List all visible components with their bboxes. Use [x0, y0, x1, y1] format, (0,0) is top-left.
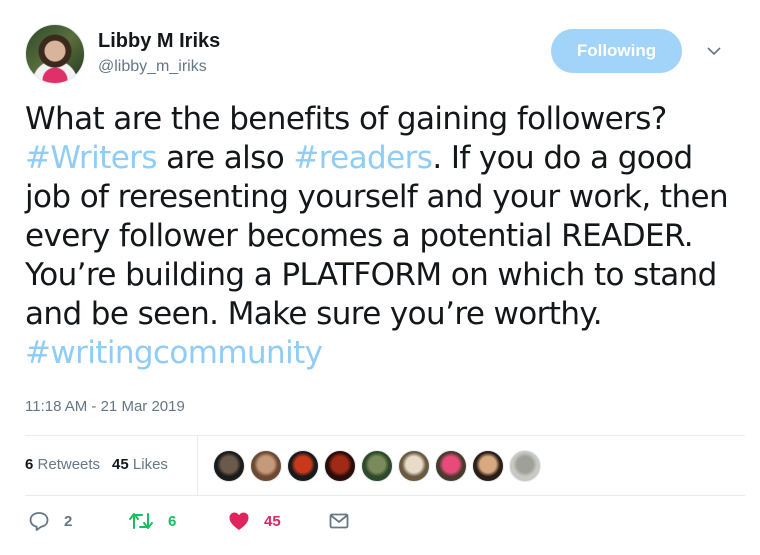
- direct-message-button[interactable]: [328, 510, 350, 532]
- hashtag-link[interactable]: #Writers: [25, 140, 158, 176]
- liker-avatars: [213, 450, 541, 482]
- like-count: 45: [264, 512, 281, 530]
- divider: [25, 495, 745, 496]
- likes-count: 45: [112, 456, 129, 473]
- liker-avatar[interactable]: [361, 450, 393, 482]
- liker-avatar[interactable]: [213, 450, 245, 482]
- liker-avatar[interactable]: [398, 450, 430, 482]
- heart-icon: [228, 510, 250, 532]
- following-button[interactable]: Following: [551, 29, 682, 73]
- author-handle[interactable]: @libby_m_iriks: [98, 58, 207, 76]
- hashtag-link[interactable]: #writingcommunity: [25, 335, 323, 371]
- liker-avatar[interactable]: [509, 450, 541, 482]
- retweet-count: 6: [168, 512, 177, 530]
- retweet-button[interactable]: 6: [128, 510, 176, 532]
- reply-button[interactable]: 2: [28, 510, 72, 532]
- likes-stat[interactable]: 45 Likes: [112, 456, 168, 473]
- retweet-icon: [128, 510, 154, 532]
- tweet-text-segment: What are the benefits of gaining followe…: [25, 101, 667, 137]
- liker-avatar[interactable]: [472, 450, 504, 482]
- author-avatar[interactable]: [25, 24, 85, 84]
- hashtag-link[interactable]: #readers: [293, 140, 433, 176]
- tweet-timestamp[interactable]: 11:18 AM - 21 Mar 2019: [25, 398, 185, 415]
- tweet-text: What are the benefits of gaining followe…: [25, 100, 745, 373]
- liker-avatar[interactable]: [435, 450, 467, 482]
- like-button[interactable]: 45: [228, 510, 281, 532]
- likes-label: Likes: [132, 456, 168, 473]
- liker-avatar[interactable]: [324, 450, 356, 482]
- retweets-label: Retweets: [37, 456, 101, 473]
- tweet-text-segment: are also: [156, 140, 294, 176]
- stats-separator: [197, 436, 198, 495]
- envelope-icon: [328, 510, 350, 532]
- tweet-stats: 6 Retweets 45 Likes: [25, 456, 168, 473]
- author-name[interactable]: Libby M Iriks: [98, 30, 220, 53]
- reply-icon: [28, 510, 50, 532]
- retweets-stat[interactable]: 6 Retweets: [25, 456, 100, 473]
- liker-avatar[interactable]: [250, 450, 282, 482]
- tweet-actions: 2 6 45: [28, 510, 388, 536]
- chevron-down-icon[interactable]: [705, 42, 723, 60]
- reply-count: 2: [64, 512, 73, 530]
- liker-avatar[interactable]: [287, 450, 319, 482]
- retweets-count: 6: [25, 456, 34, 473]
- divider: [25, 435, 745, 436]
